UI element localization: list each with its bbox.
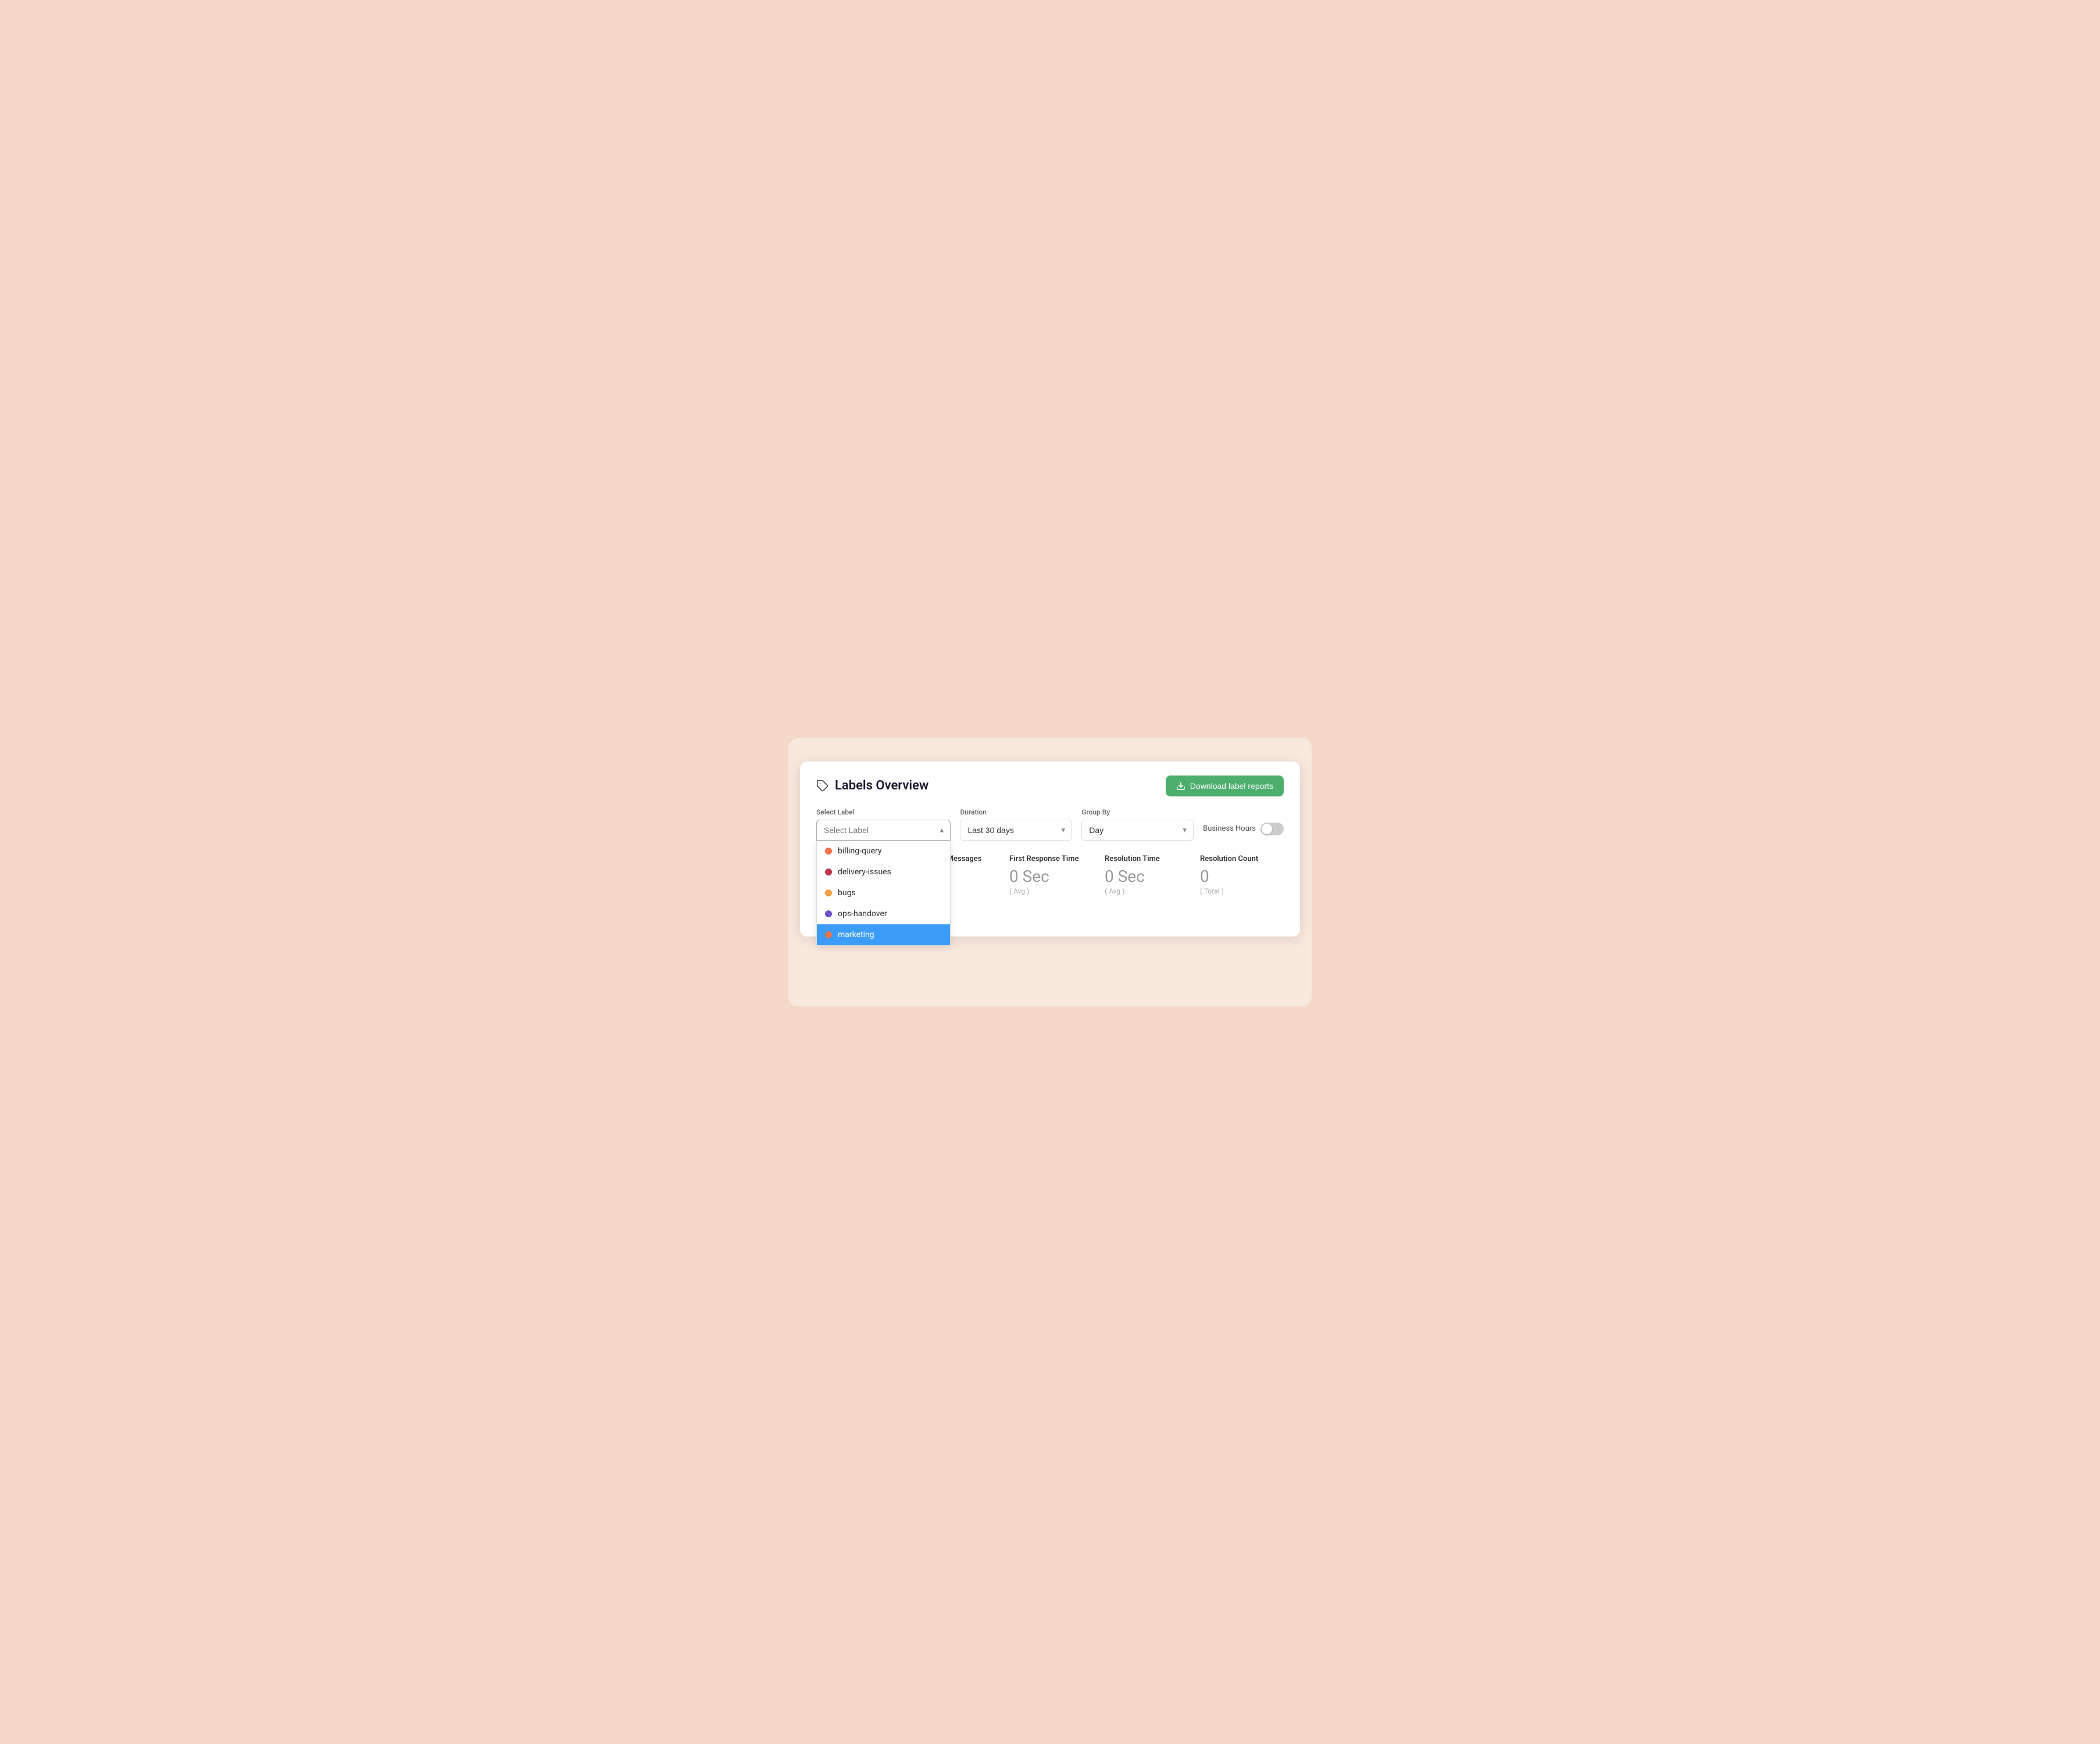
download-button-label: Download label reports xyxy=(1190,781,1273,791)
page-title: Labels Overview xyxy=(835,778,928,793)
select-label-label: Select Label xyxy=(816,808,951,816)
stat-resolution-time: Resolution Time 0 Sec ( Avg ) xyxy=(1105,855,1186,895)
select-label-dropdown: billing-query delivery-issues bugs xyxy=(816,841,951,946)
resolution-count-label: Resolution Count xyxy=(1200,855,1281,863)
dropdown-item-ops-handover[interactable]: ops-handover xyxy=(817,903,950,924)
business-hours-toggle[interactable] xyxy=(1260,823,1284,835)
select-label-input[interactable] xyxy=(816,820,951,841)
stat-resolution-count: Resolution Count 0 ( Total ) xyxy=(1200,855,1281,895)
resolution-time-value: 0 Sec xyxy=(1105,867,1186,886)
dropdown-item-marketing[interactable]: marketing xyxy=(817,924,950,945)
download-button[interactable]: Download label reports xyxy=(1166,775,1284,796)
dot-billing-query xyxy=(825,848,832,855)
resolution-time-sub: ( Avg ) xyxy=(1105,887,1186,895)
select-label-wrapper: ▲ billing-query delivery-issues xyxy=(816,820,951,841)
toggle-knob xyxy=(1262,824,1272,834)
group-by-select[interactable]: Day Week Month xyxy=(1081,820,1194,841)
select-label-group: Select Label ▲ billing-query delivery-is… xyxy=(816,808,951,841)
dot-delivery-issues xyxy=(825,869,832,875)
dropdown-item-billing-query[interactable]: billing-query xyxy=(817,841,950,862)
dropdown-item-bugs[interactable]: bugs xyxy=(817,882,950,903)
group-by-label: Group By xyxy=(1081,808,1194,816)
duration-wrapper: Last 30 days Last 7 days Last 3 months L… xyxy=(960,820,1072,841)
duration-label: Duration xyxy=(960,808,1072,816)
dot-ops-handover xyxy=(825,910,832,917)
dot-bugs xyxy=(825,889,832,896)
label-bugs: bugs xyxy=(838,888,856,898)
business-hours-row: Business Hours xyxy=(1203,823,1284,841)
download-icon xyxy=(1176,781,1185,791)
first-response-time-value: 0 Sec xyxy=(1009,867,1091,886)
dot-marketing xyxy=(825,931,832,938)
duration-group: Duration Last 30 days Last 7 days Last 3… xyxy=(960,808,1072,841)
filters-row: Select Label ▲ billing-query delivery-is… xyxy=(816,808,1284,841)
label-billing-query: billing-query xyxy=(838,846,882,856)
label-ops-handover: ops-handover xyxy=(838,909,887,919)
first-response-time-sub: ( Avg ) xyxy=(1009,887,1091,895)
duration-select[interactable]: Last 30 days Last 7 days Last 3 months L… xyxy=(960,820,1072,841)
group-by-wrapper: Day Week Month ▼ xyxy=(1081,820,1194,841)
main-card: Labels Overview Download label reports S… xyxy=(800,762,1300,937)
business-hours-group: Business Hours xyxy=(1203,823,1284,841)
title-wrap: Labels Overview xyxy=(816,778,928,793)
label-tag-icon xyxy=(816,780,829,792)
label-delivery-issues: delivery-issues xyxy=(838,867,891,877)
first-response-time-label: First Response Time xyxy=(1009,855,1091,863)
card-header: Labels Overview Download label reports xyxy=(816,775,1284,796)
resolution-count-sub: ( Total ) xyxy=(1200,887,1281,895)
resolution-count-value: 0 xyxy=(1200,867,1281,886)
page-background: Labels Overview Download label reports S… xyxy=(788,738,1312,1006)
group-by-group: Group By Day Week Month ▼ xyxy=(1081,808,1194,841)
dropdown-item-delivery-issues[interactable]: delivery-issues xyxy=(817,862,950,882)
business-hours-label: Business Hours xyxy=(1203,824,1256,833)
stat-first-response-time: First Response Time 0 Sec ( Avg ) xyxy=(1009,855,1091,895)
label-marketing: marketing xyxy=(838,930,874,939)
resolution-time-label: Resolution Time xyxy=(1105,855,1186,863)
